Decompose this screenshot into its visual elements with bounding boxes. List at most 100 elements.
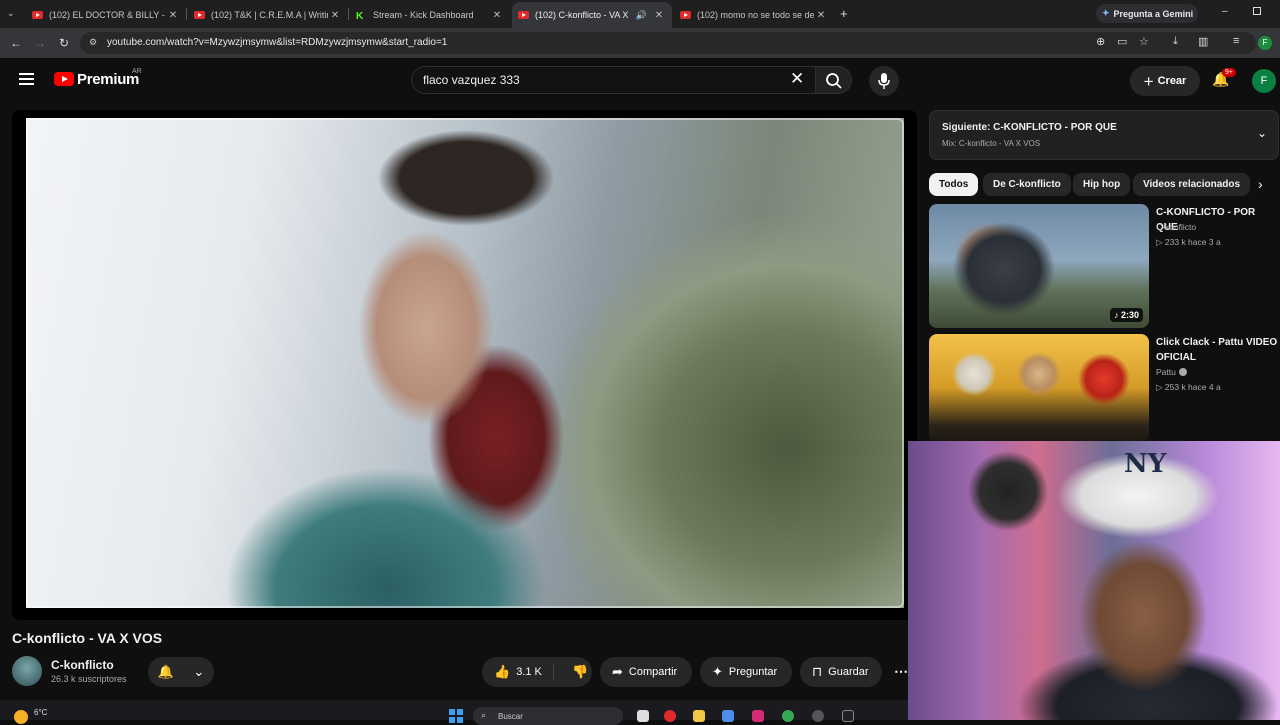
search-query[interactable]: flaco vazquez 333 [423, 73, 520, 87]
share-arrow-icon: ➦ [612, 664, 623, 679]
browser-tab-3[interactable]: K Stream - Kick Dashboard ✕ [350, 4, 510, 26]
related-video-thumbnail[interactable]: ♪ 2:30 [929, 204, 1149, 328]
youtube-app-icon[interactable] [664, 710, 676, 722]
create-button[interactable]: + Crear [1130, 66, 1200, 96]
new-tab-button[interactable]: + [840, 6, 848, 21]
related-video-title[interactable]: Click Clack - Pattu VIDEO OFICIAL [1156, 335, 1278, 365]
tab-title: Stream - Kick Dashboard [373, 10, 474, 20]
expand-chevron-icon[interactable]: ⌄ [1257, 126, 1267, 140]
notification-count-badge: 9+ [1222, 68, 1236, 77]
close-tab-icon[interactable]: ✕ [652, 10, 666, 21]
sparkle-icon: ✦ [712, 664, 723, 679]
share-label: Compartir [628, 666, 678, 678]
mix-name: Mix: C-konflicto - VA X VOS [942, 139, 1041, 148]
duration-badge: ♪ 2:30 [1109, 308, 1143, 322]
browser-tab-4-active[interactable]: (102) C-konflicto - VA X VO 🔊 ✕ [512, 2, 672, 28]
back-arrow-icon[interactable]: ← [10, 36, 22, 50]
reload-icon[interactable]: ↻ [59, 36, 69, 50]
more-actions-icon[interactable]: ⋯ [894, 663, 908, 680]
webcam-overlay: NY [908, 441, 1280, 720]
weather-sun-icon[interactable] [14, 710, 28, 724]
close-tab-icon[interactable]: ✕ [328, 10, 342, 21]
bookmark-star-icon[interactable]: ☆ [1139, 35, 1149, 48]
microphone-icon [878, 73, 890, 89]
address-bar[interactable]: ⚙ youtube.com/watch?v=Mzywzjmsymw&list=R… [80, 32, 1256, 54]
download-icon[interactable]: ⤓ [1173, 35, 1178, 48]
chips-next-arrow-icon[interactable]: › [1258, 176, 1263, 192]
dislike-button[interactable]: 👎 [560, 664, 588, 680]
instagram-icon[interactable] [752, 710, 764, 722]
gemini-label: Pregunta a Gemini [1113, 8, 1194, 19]
taskbar-search-box[interactable]: ⌕ Buscar [473, 707, 623, 725]
chip-hip-hop[interactable]: Hip hop [1073, 173, 1131, 196]
file-explorer-icon[interactable] [693, 710, 705, 722]
zoom-icon[interactable]: ⊕ [1096, 35, 1105, 48]
chip-todos[interactable]: Todos [929, 173, 979, 196]
search-button[interactable] [816, 66, 852, 94]
tab-list-chevron-icon[interactable]: ⌄ [7, 8, 15, 19]
like-button[interactable]: 👍 3.1 K [482, 663, 554, 681]
chrome-icon[interactable] [782, 710, 794, 722]
save-button[interactable]: ⊓ Guardar [800, 657, 882, 687]
search-input[interactable]: flaco vazquez 333 ✕ [411, 66, 816, 94]
video-frame-image[interactable] [26, 118, 904, 608]
clear-search-icon[interactable]: ✕ [790, 69, 804, 89]
app-icon[interactable] [812, 710, 824, 722]
forward-arrow-icon[interactable]: → [34, 36, 46, 50]
youtube-favicon-icon [32, 11, 43, 19]
thumbs-up-icon: 👍 [494, 664, 511, 679]
task-view-icon[interactable] [637, 710, 649, 722]
account-avatar[interactable]: F [1252, 69, 1276, 93]
channel-name[interactable]: C-konflicto [51, 658, 114, 672]
maximize-window-icon[interactable] [1253, 7, 1261, 15]
youtube-logo-icon[interactable] [54, 72, 74, 86]
video-title: C-konflicto - VA X VOS [12, 630, 163, 646]
play-icon: ▷ [1156, 237, 1165, 247]
chip-de-c-konflicto[interactable]: De C-konflicto [983, 173, 1071, 196]
browser-tab-5[interactable]: (102) momo no se todo se de ✕ [674, 4, 834, 26]
close-tab-icon[interactable]: ✕ [166, 10, 180, 21]
url-text[interactable]: youtube.com/watch?v=Mzywzjmsymw&list=RDM… [107, 37, 447, 48]
browser-profile-avatar[interactable]: F [1258, 36, 1272, 50]
app-icon[interactable] [722, 710, 734, 722]
tab-title: (102) T&K | C.R.E.M.A | Writing [211, 10, 328, 20]
youtube-premium-brand[interactable]: Premium [77, 71, 139, 88]
media-control-icon[interactable]: ≡ [1233, 35, 1239, 47]
share-button[interactable]: ➦ Compartir [600, 657, 692, 687]
close-tab-icon[interactable]: ✕ [814, 10, 828, 21]
subscription-notifications-button[interactable]: 🔔 ⌄ [148, 657, 214, 687]
video-player[interactable] [12, 110, 917, 620]
related-video-channel[interactable]: C-konflicto [1156, 222, 1196, 232]
youtube-favicon-icon [194, 11, 205, 19]
audio-playing-icon[interactable]: 🔊 [636, 10, 647, 21]
related-video-channel-row[interactable]: Pattu [1156, 367, 1187, 377]
browser-tab-1[interactable]: (102) EL DOCTOR & BILLY - GA ✕ [26, 4, 186, 26]
playlist-up-next-panel[interactable]: Siguiente: C-KONFLICTO - POR QUE Mix: C-… [929, 110, 1279, 160]
youtube-favicon-icon [518, 11, 529, 19]
related-video-thumbnail[interactable] [929, 334, 1149, 442]
browser-toolbar: ← → ↻ ⚙ youtube.com/watch?v=Mzywzjmsymw&… [0, 28, 1280, 58]
tab-title: (102) C-konflicto - VA X VO [535, 10, 631, 20]
create-label: Crear [1157, 75, 1187, 87]
voice-search-button[interactable] [869, 66, 899, 96]
kick-favicon-icon: K [356, 11, 364, 22]
taskbar-search-icon: ⌕ [481, 710, 487, 720]
tab-title: (102) EL DOCTOR & BILLY - GA [49, 10, 166, 20]
epic-games-icon[interactable] [842, 710, 854, 722]
chip-videos-relacionados[interactable]: Videos relacionados [1133, 173, 1251, 196]
site-info-icon[interactable]: ⚙ [89, 37, 97, 48]
cast-icon[interactable]: ▭ [1117, 35, 1127, 48]
bookmark-icon: ⊓ [812, 664, 823, 679]
gemini-button[interactable]: ✦ Pregunta a Gemini [1096, 4, 1198, 23]
gemini-sparkle-icon: ✦ [1102, 8, 1110, 18]
trash-icon[interactable]: ▥ [1198, 35, 1208, 48]
minimize-window-icon[interactable]: – [1222, 6, 1228, 17]
thumbs-down-icon: 👎 [572, 664, 589, 679]
close-tab-icon[interactable]: ✕ [490, 10, 504, 21]
browser-tab-2[interactable]: (102) T&K | C.R.E.M.A | Writing ✕ [188, 4, 348, 26]
ask-button[interactable]: ✦ Preguntar [700, 657, 792, 687]
weather-temperature[interactable]: 6°C [34, 708, 47, 717]
windows-start-icon[interactable] [449, 709, 463, 723]
hamburger-menu-icon[interactable] [19, 73, 34, 85]
channel-avatar[interactable] [12, 656, 42, 686]
